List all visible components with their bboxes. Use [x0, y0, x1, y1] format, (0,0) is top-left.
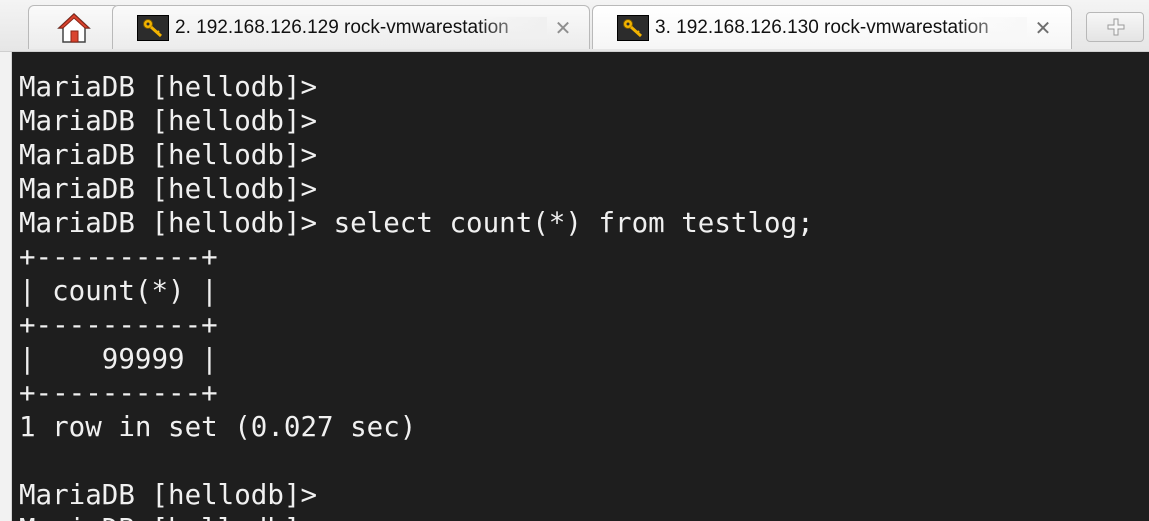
terminal-lines: MariaDB [hellodb]> MariaDB [hellodb]> Mari… — [19, 70, 814, 521]
key-icon — [137, 15, 169, 41]
terminal-output[interactable]: MariaDB [hellodb]> MariaDB [hellodb]> Mari… — [12, 52, 1149, 521]
terminal-line: MariaDB [hellodb]> — [19, 173, 318, 205]
terminal-line: 1 row in set (0.027 sec) — [19, 411, 417, 443]
terminal-line: MariaDB [hellodb]> — [19, 479, 318, 511]
terminal-app-window: 2. 192.168.126.129 rock-vmwarestation ✕ … — [0, 0, 1149, 521]
close-icon[interactable]: ✕ — [1031, 16, 1055, 40]
terminal-line: | count(*) | — [19, 275, 218, 307]
tab-label: 3. 192.168.126.130 rock-vmwarestation — [655, 17, 1027, 39]
new-tab-button[interactable] — [1086, 12, 1144, 42]
tab-bar: 2. 192.168.126.129 rock-vmwarestation ✕ … — [0, 0, 1149, 52]
terminal-line: MariaDB [hellodb]> — [19, 139, 318, 171]
terminal-line: MariaDB [hellodb]> select count(*) from … — [19, 207, 814, 239]
close-icon[interactable]: ✕ — [551, 16, 575, 40]
terminal-line: +----------+ — [19, 241, 218, 273]
terminal-line: MariaDB [hellodb]> — [19, 105, 318, 137]
tab-session-3[interactable]: 3. 192.168.126.130 rock-vmwarestation ✕ — [592, 5, 1072, 49]
side-edge — [0, 52, 12, 521]
terminal-line: MariaDB [hellodb]> — [19, 512, 814, 521]
terminal-line: MariaDB [hellodb]> — [19, 71, 318, 103]
terminal-line: +----------+ — [19, 377, 218, 409]
tab-label: 2. 192.168.126.129 rock-vmwarestation — [175, 17, 547, 39]
terminal-line: | 99999 | — [19, 343, 218, 375]
tab-session-2[interactable]: 2. 192.168.126.129 rock-vmwarestation ✕ — [112, 5, 590, 49]
terminal-line: +----------+ — [19, 309, 218, 341]
home-icon[interactable] — [57, 12, 91, 44]
key-icon — [617, 15, 649, 41]
tab-home[interactable] — [28, 5, 120, 49]
